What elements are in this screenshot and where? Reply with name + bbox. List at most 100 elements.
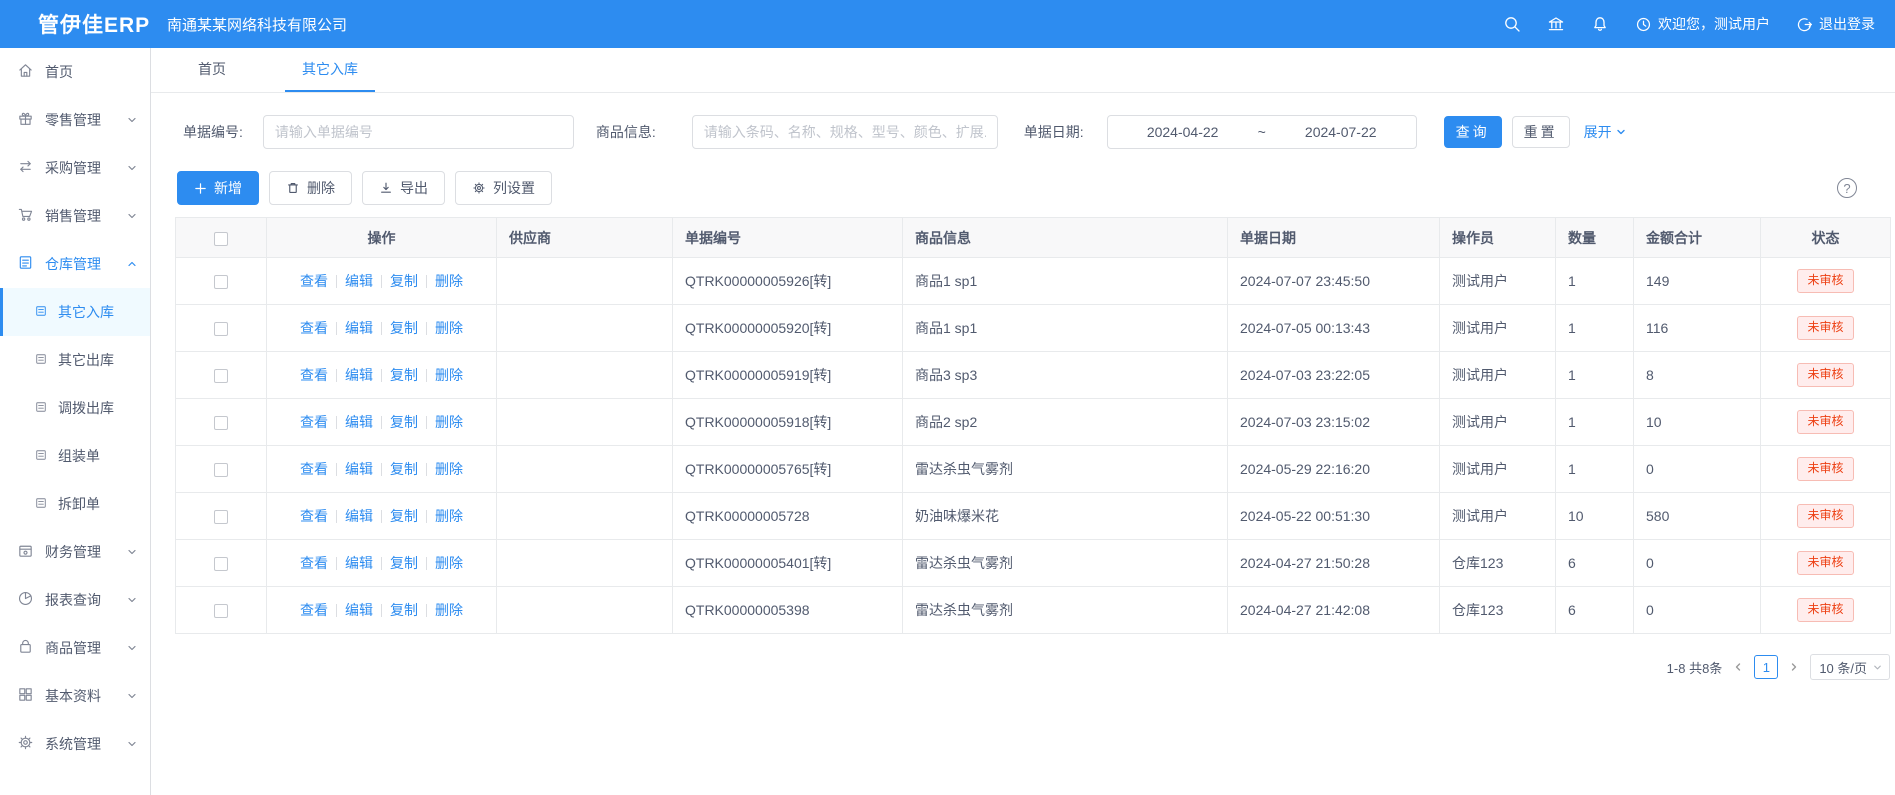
qty-cell: 1 [1556, 446, 1634, 493]
sidebar-subitem-transfer-outbound[interactable]: 调拨出库 [0, 384, 150, 432]
column-settings-button[interactable]: 列设置 [455, 171, 552, 205]
row-checkbox[interactable] [214, 416, 228, 430]
help-icon[interactable]: ? [1837, 178, 1857, 198]
delete-link[interactable]: 删除 [435, 459, 463, 479]
edit-link[interactable]: 编辑 [345, 365, 373, 385]
export-button[interactable]: 导出 [362, 171, 445, 205]
delete-link[interactable]: 删除 [435, 506, 463, 526]
sidebar-item-finance[interactable]: 财务管理 [0, 528, 150, 576]
edit-link[interactable]: 编辑 [345, 553, 373, 573]
copy-link[interactable]: 复制 [390, 553, 418, 573]
gear-icon [17, 734, 34, 754]
delete-link[interactable]: 删除 [435, 271, 463, 291]
bell-icon[interactable] [1591, 15, 1609, 33]
prev-page-icon[interactable] [1732, 661, 1744, 673]
row-checkbox[interactable] [214, 557, 228, 571]
copy-link[interactable]: 复制 [390, 271, 418, 291]
view-link[interactable]: 查看 [300, 412, 328, 432]
status-cell: 未审核 [1761, 399, 1891, 446]
col-header-operator: 操作员 [1440, 218, 1556, 258]
edit-link[interactable]: 编辑 [345, 412, 373, 432]
sidebar-subitem-disassembly[interactable]: 拆卸单 [0, 480, 150, 528]
product-cell: 雷达杀虫气雾剂 [903, 587, 1228, 634]
bill-no-input[interactable] [263, 115, 574, 149]
sidebar-item-warehouse[interactable]: 仓库管理 [0, 240, 150, 288]
edit-link[interactable]: 编辑 [345, 506, 373, 526]
page-size-select[interactable]: 10 条/页 [1810, 654, 1890, 680]
amount-cell: 0 [1634, 446, 1761, 493]
copy-link[interactable]: 复制 [390, 365, 418, 385]
chevron-up-icon [126, 258, 138, 270]
tab-other-inbound[interactable]: 其它入库 [285, 48, 375, 92]
sidebar-item-reports[interactable]: 报表查询 [0, 576, 150, 624]
col-header-date: 单据日期 [1228, 218, 1440, 258]
view-link[interactable]: 查看 [300, 271, 328, 291]
row-checkbox[interactable] [214, 463, 228, 477]
sidebar-item-sales[interactable]: 销售管理 [0, 192, 150, 240]
bill-no-label: 单据编号: [183, 122, 243, 142]
bank-icon[interactable] [1547, 15, 1565, 33]
delete-link[interactable]: 删除 [435, 318, 463, 338]
row-checkbox[interactable] [214, 369, 228, 383]
row-checkbox[interactable] [214, 510, 228, 524]
delete-button[interactable]: 删除 [269, 171, 352, 205]
add-button[interactable]: 新增 [177, 171, 259, 205]
sidebar-item-products[interactable]: 商品管理 [0, 624, 150, 672]
view-link[interactable]: 查看 [300, 553, 328, 573]
expand-toggle[interactable]: 展开 [1584, 122, 1627, 142]
sidebar-subitem-other-inbound[interactable]: 其它入库 [0, 288, 150, 336]
sidebar-subitem-other-outbound[interactable]: 其它出库 [0, 336, 150, 384]
product-info-input[interactable] [692, 115, 998, 149]
sidebar-item-system[interactable]: 系统管理 [0, 720, 150, 768]
gift-icon [17, 110, 34, 130]
sidebar-subitem-assembly[interactable]: 组装单 [0, 432, 150, 480]
sidebar-item-retail[interactable]: 零售管理 [0, 96, 150, 144]
edit-link[interactable]: 编辑 [345, 271, 373, 291]
delete-link[interactable]: 删除 [435, 600, 463, 620]
row-checkbox[interactable] [214, 322, 228, 336]
chevron-down-icon [126, 162, 138, 174]
welcome-user[interactable]: 欢迎您，测试用户 [1635, 14, 1770, 34]
view-link[interactable]: 查看 [300, 506, 328, 526]
row-checkbox[interactable] [214, 604, 228, 618]
pagination-total: 1-8 共8条 [1667, 658, 1723, 677]
edit-link[interactable]: 编辑 [345, 600, 373, 620]
copy-link[interactable]: 复制 [390, 459, 418, 479]
edit-link[interactable]: 编辑 [345, 318, 373, 338]
copy-link[interactable]: 复制 [390, 600, 418, 620]
next-page-icon[interactable] [1788, 661, 1800, 673]
qty-cell: 6 [1556, 540, 1634, 587]
col-header-product: 商品信息 [903, 218, 1228, 258]
view-link[interactable]: 查看 [300, 365, 328, 385]
sidebar-item-label: 系统管理 [45, 734, 126, 754]
delete-link[interactable]: 删除 [435, 412, 463, 432]
view-link[interactable]: 查看 [300, 600, 328, 620]
view-link[interactable]: 查看 [300, 459, 328, 479]
sidebar-item-purchase[interactable]: 采购管理 [0, 144, 150, 192]
supplier-cell [497, 540, 673, 587]
date-range-picker[interactable]: 2024-04-22 ~ 2024-07-22 [1107, 115, 1417, 149]
search-icon[interactable] [1503, 15, 1521, 33]
reset-button[interactable]: 重置 [1512, 116, 1570, 148]
page-number[interactable]: 1 [1754, 655, 1778, 679]
search-button[interactable]: 查询 [1444, 116, 1502, 148]
product-cell: 商品3 sp3 [903, 352, 1228, 399]
view-link[interactable]: 查看 [300, 318, 328, 338]
copy-link[interactable]: 复制 [390, 412, 418, 432]
delete-link[interactable]: 删除 [435, 553, 463, 573]
copy-link[interactable]: 复制 [390, 506, 418, 526]
row-checkbox[interactable] [214, 275, 228, 289]
divider [381, 322, 382, 335]
select-all-checkbox[interactable] [214, 232, 228, 246]
copy-link[interactable]: 复制 [390, 318, 418, 338]
welcome-text: 欢迎您，测试用户 [1658, 14, 1770, 34]
bill-no-cell: QTRK00000005398 [673, 587, 903, 634]
edit-link[interactable]: 编辑 [345, 459, 373, 479]
row-select-cell [176, 352, 267, 399]
sidebar-item-home[interactable]: 首页 [0, 48, 150, 96]
sidebar-item-basic-data[interactable]: 基本资料 [0, 672, 150, 720]
sidebar-subitem-label: 调拨出库 [58, 398, 114, 418]
tab-home[interactable]: 首页 [181, 48, 243, 92]
delete-link[interactable]: 删除 [435, 365, 463, 385]
logout-button[interactable]: 退出登录 [1796, 14, 1875, 34]
